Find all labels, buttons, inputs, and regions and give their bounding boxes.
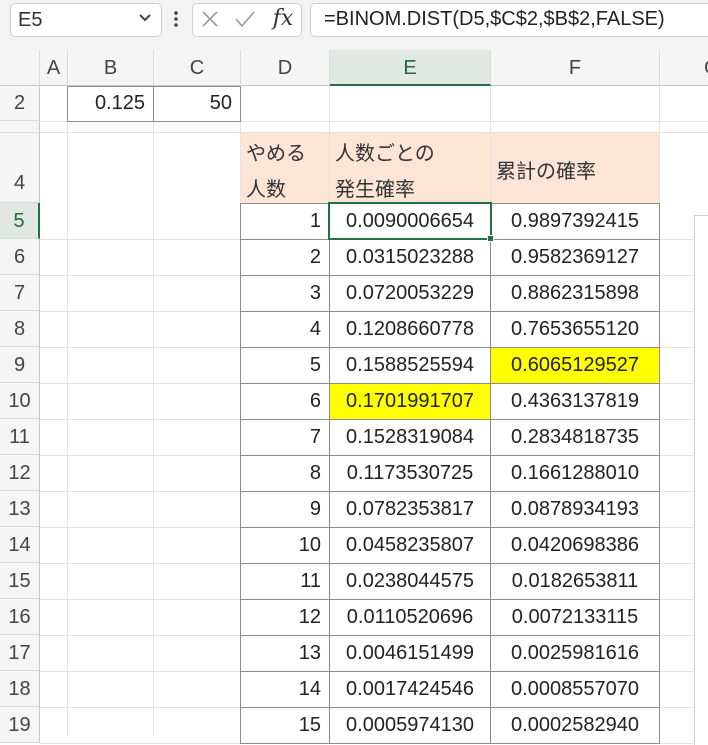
cell-e7[interactable]: 0.0720053229 <box>330 276 490 311</box>
cell-d17[interactable]: 13 <box>241 635 329 671</box>
row-header-6[interactable]: 6 <box>0 239 40 275</box>
name-box-value: E5 <box>18 9 43 31</box>
active-cell-selection <box>328 202 492 240</box>
header-e-line1: 人数ごとの <box>335 143 435 165</box>
cell-d5[interactable]: 1 <box>241 203 329 239</box>
row-header-13[interactable]: 13 <box>0 491 40 527</box>
cell-c2[interactable]: 50 <box>154 86 240 121</box>
header-d-line1: やめる <box>246 143 306 165</box>
row-header-10[interactable]: 10 <box>0 383 40 419</box>
cell-d16[interactable]: 12 <box>241 599 329 635</box>
cell-d11[interactable]: 7 <box>241 419 329 455</box>
cell-e11[interactable]: 0.1528319084 <box>330 420 490 455</box>
cancel-icon[interactable] <box>200 9 220 29</box>
column-header-g[interactable]: G <box>660 50 708 86</box>
cell-f14[interactable]: 0.0420698386 <box>491 528 659 563</box>
cell-e6[interactable]: 0.0315023288 <box>330 240 490 275</box>
cell-e17[interactable]: 0.0046151499 <box>330 636 490 671</box>
column-header-a[interactable]: A <box>40 50 68 86</box>
cell-f18[interactable]: 0.0008557070 <box>491 672 659 707</box>
row-header-16[interactable]: 16 <box>0 599 40 635</box>
cell-e12[interactable]: 0.1173530725 <box>330 456 490 491</box>
column-header-b[interactable]: B <box>68 50 154 86</box>
cell-e9[interactable]: 0.1588525594 <box>330 348 490 383</box>
row-header-4[interactable]: 4 <box>0 133 40 203</box>
column-header-c[interactable]: C <box>154 50 241 86</box>
cell-d6[interactable]: 2 <box>241 239 329 275</box>
column-header-d[interactable]: D <box>241 50 330 86</box>
cell-e15[interactable]: 0.0238044575 <box>330 564 490 599</box>
fill-handle[interactable] <box>487 235 494 242</box>
cell-d13[interactable]: 9 <box>241 491 329 527</box>
cell-d12[interactable]: 8 <box>241 455 329 491</box>
header-f: 累計の確率 <box>496 161 596 183</box>
row-header-2[interactable]: 2 <box>0 86 40 121</box>
cell-e10[interactable]: 0.1701991707 <box>330 384 490 419</box>
cell-f8[interactable]: 0.7653655120 <box>491 312 659 347</box>
cell-d15[interactable]: 11 <box>241 563 329 599</box>
cell-f17[interactable]: 0.0025981616 <box>491 636 659 671</box>
cell-e16[interactable]: 0.0110520696 <box>330 600 490 635</box>
cell-f11[interactable]: 0.2834818735 <box>491 420 659 455</box>
cell-d14[interactable]: 10 <box>241 527 329 563</box>
enter-check-icon[interactable] <box>234 9 256 29</box>
row-header-18[interactable]: 18 <box>0 671 40 707</box>
cell-d19[interactable]: 15 <box>241 707 329 743</box>
header-cell-e4[interactable]: 人数ごとの 発生確率 <box>330 133 490 203</box>
cell-f5[interactable]: 0.9897392415 <box>491 204 659 239</box>
cell-f13[interactable]: 0.0878934193 <box>491 492 659 527</box>
row-header-19[interactable]: 19 <box>0 707 40 743</box>
cell-b2[interactable]: 0.125 <box>68 86 153 121</box>
cell-d18[interactable]: 14 <box>241 671 329 707</box>
formula-text: =BINOM.DIST(D5,$C$2,$B$2,FALSE) <box>324 8 665 30</box>
row-header-5[interactable]: 5 <box>0 203 40 239</box>
column-header-f[interactable]: F <box>491 50 660 86</box>
cell-f19[interactable]: 0.0002582940 <box>491 708 659 743</box>
cell-e14[interactable]: 0.0458235807 <box>330 528 490 563</box>
cell-f15[interactable]: 0.0182653811 <box>491 564 659 599</box>
cell-f9[interactable]: 0.6065129527 <box>491 348 659 383</box>
cell-d10[interactable]: 6 <box>241 383 329 419</box>
row-header-9[interactable]: 9 <box>0 347 40 383</box>
cell-f10[interactable]: 0.4363137819 <box>491 384 659 419</box>
row-header-3[interactable] <box>0 121 40 133</box>
cell-f16[interactable]: 0.0072133115 <box>491 600 659 635</box>
header-d-line2: 人数 <box>246 179 286 201</box>
row-header-12[interactable]: 12 <box>0 455 40 491</box>
cell-f12[interactable]: 0.1661288010 <box>491 456 659 491</box>
cell-e18[interactable]: 0.0017424546 <box>330 672 490 707</box>
cell-d9[interactable]: 5 <box>241 347 329 383</box>
row-header-8[interactable]: 8 <box>0 311 40 347</box>
cell-e8[interactable]: 0.1208660778 <box>330 312 490 347</box>
more-options-icon[interactable] <box>172 9 180 29</box>
row-header-17[interactable]: 17 <box>0 635 40 671</box>
cell-e13[interactable]: 0.0782353817 <box>330 492 490 527</box>
side-panel-edge <box>694 215 708 745</box>
cell-e19[interactable]: 0.0005974130 <box>330 708 490 743</box>
row-header-7[interactable]: 7 <box>0 275 40 311</box>
cell-d8[interactable]: 4 <box>241 311 329 347</box>
cell-d7[interactable]: 3 <box>241 275 329 311</box>
header-cell-d4[interactable]: やめる 人数 <box>241 133 329 203</box>
insert-function-icon[interactable]: fx <box>268 4 298 34</box>
cell-f6[interactable]: 0.9582369127 <box>491 240 659 275</box>
cell-f7[interactable]: 0.8862315898 <box>491 276 659 311</box>
select-all-corner[interactable] <box>0 50 40 86</box>
row-header-15[interactable]: 15 <box>0 563 40 599</box>
column-header-e[interactable]: E <box>330 50 491 86</box>
chevron-down-icon[interactable] <box>138 11 152 25</box>
row-header-11[interactable]: 11 <box>0 419 40 455</box>
header-cell-f4[interactable]: 累計の確率 <box>491 133 659 203</box>
row-header-14[interactable]: 14 <box>0 527 40 563</box>
header-e-line2: 発生確率 <box>335 179 415 201</box>
